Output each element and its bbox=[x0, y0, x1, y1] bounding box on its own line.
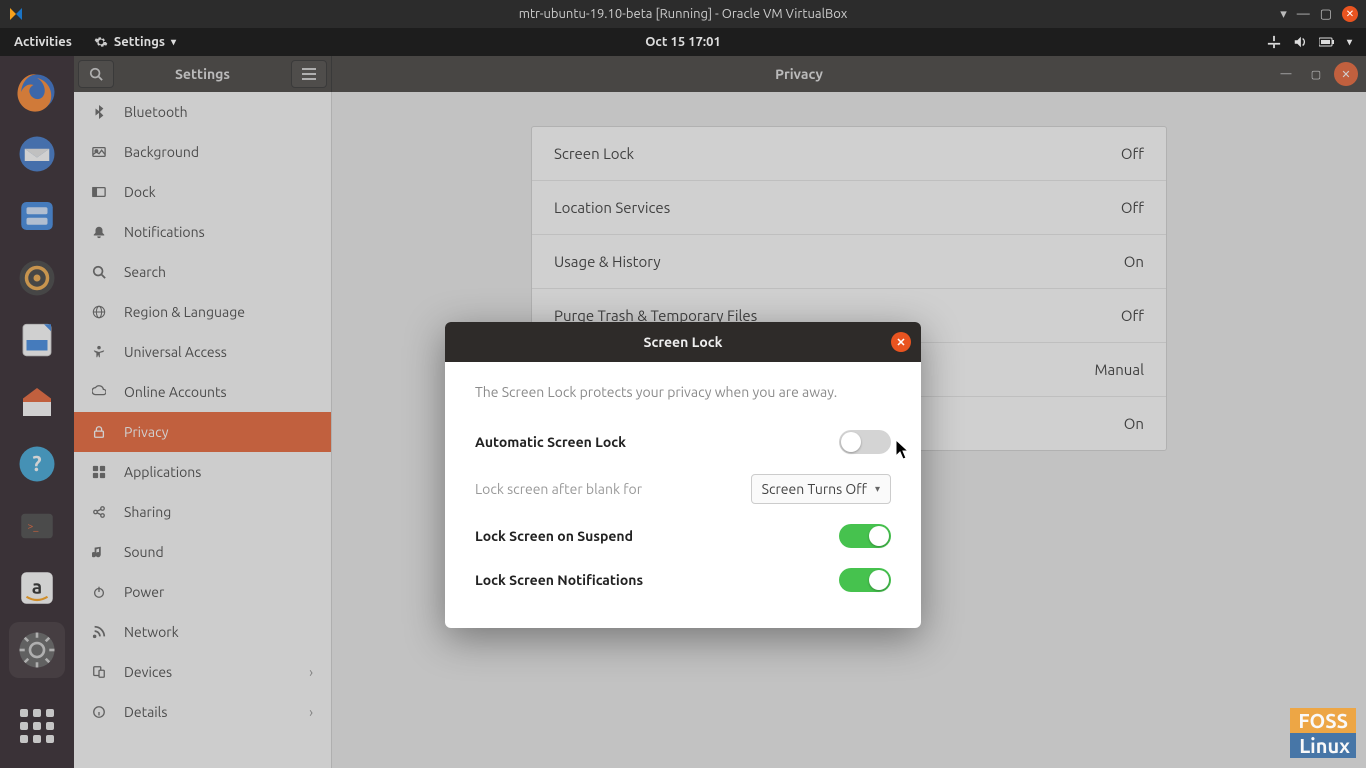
dialog-close-button[interactable]: ✕ bbox=[891, 332, 911, 352]
lock-on-suspend-label: Lock Screen on Suspend bbox=[475, 528, 633, 544]
row-automatic-screen-lock: Automatic Screen Lock bbox=[475, 420, 891, 464]
watermark: FOSS Linux bbox=[1290, 708, 1356, 758]
virtualbox-title: mtr-ubuntu-19.10-beta [Running] - Oracle… bbox=[0, 7, 1366, 21]
automatic-screen-lock-toggle[interactable] bbox=[839, 430, 891, 454]
lock-after-blank-combo[interactable]: Screen Turns Off ▾ bbox=[751, 474, 891, 504]
chevron-down-icon: ▾ bbox=[1347, 36, 1352, 48]
chevron-down-icon: ▾ bbox=[875, 483, 880, 495]
app-menu-label: Settings bbox=[114, 35, 165, 49]
dialog-body: The Screen Lock protects your privacy wh… bbox=[445, 362, 921, 628]
activities-button[interactable]: Activities bbox=[0, 35, 86, 49]
vb-minimize-button[interactable]: — bbox=[1297, 7, 1310, 21]
desktop-area: ? >_ a Settings Privacy — bbox=[0, 56, 1366, 768]
system-status-area[interactable]: ▾ bbox=[1267, 35, 1366, 49]
gnome-topbar: Activities Settings ▾ Oct 15 17:01 ▾ bbox=[0, 28, 1366, 56]
virtualbox-titlebar: mtr-ubuntu-19.10-beta [Running] - Oracle… bbox=[0, 0, 1366, 28]
guest-desktop: Activities Settings ▾ Oct 15 17:01 ▾ ? >… bbox=[0, 28, 1366, 768]
row-lock-on-suspend: Lock Screen on Suspend bbox=[475, 514, 891, 558]
volume-icon bbox=[1293, 35, 1307, 49]
network-icon bbox=[1267, 35, 1281, 49]
vb-close-button[interactable]: ✕ bbox=[1342, 6, 1358, 22]
automatic-screen-lock-label: Automatic Screen Lock bbox=[475, 434, 626, 450]
watermark-line2: Linux bbox=[1290, 733, 1356, 758]
dialog-title: Screen Lock bbox=[644, 334, 723, 350]
chevron-down-icon: ▾ bbox=[171, 36, 176, 48]
battery-icon bbox=[1319, 36, 1335, 48]
lock-after-blank-label: Lock screen after blank for bbox=[475, 481, 642, 497]
virtualbox-icon bbox=[6, 4, 26, 24]
watermark-line1: FOSS bbox=[1290, 708, 1356, 733]
dialog-description: The Screen Lock protects your privacy wh… bbox=[475, 384, 891, 400]
lock-notifications-label: Lock Screen Notifications bbox=[475, 572, 643, 588]
row-lock-after-blank: Lock screen after blank for Screen Turns… bbox=[475, 464, 891, 514]
screen-lock-dialog: Screen Lock ✕ The Screen Lock protects y… bbox=[445, 322, 921, 628]
vb-maximize-button[interactable]: ▢ bbox=[1320, 7, 1332, 22]
clock[interactable]: Oct 15 17:01 bbox=[0, 35, 1366, 49]
vb-menu-icon[interactable]: ▾ bbox=[1280, 7, 1287, 22]
lock-notifications-toggle[interactable] bbox=[839, 568, 891, 592]
row-lock-notifications: Lock Screen Notifications bbox=[475, 558, 891, 602]
lock-after-blank-value: Screen Turns Off bbox=[762, 481, 867, 497]
app-menu[interactable]: Settings ▾ bbox=[86, 35, 184, 49]
dialog-header: Screen Lock ✕ bbox=[445, 322, 921, 362]
virtualbox-window-controls: ▾ — ▢ ✕ bbox=[1280, 6, 1366, 22]
gear-icon bbox=[94, 35, 108, 49]
lock-on-suspend-toggle[interactable] bbox=[839, 524, 891, 548]
